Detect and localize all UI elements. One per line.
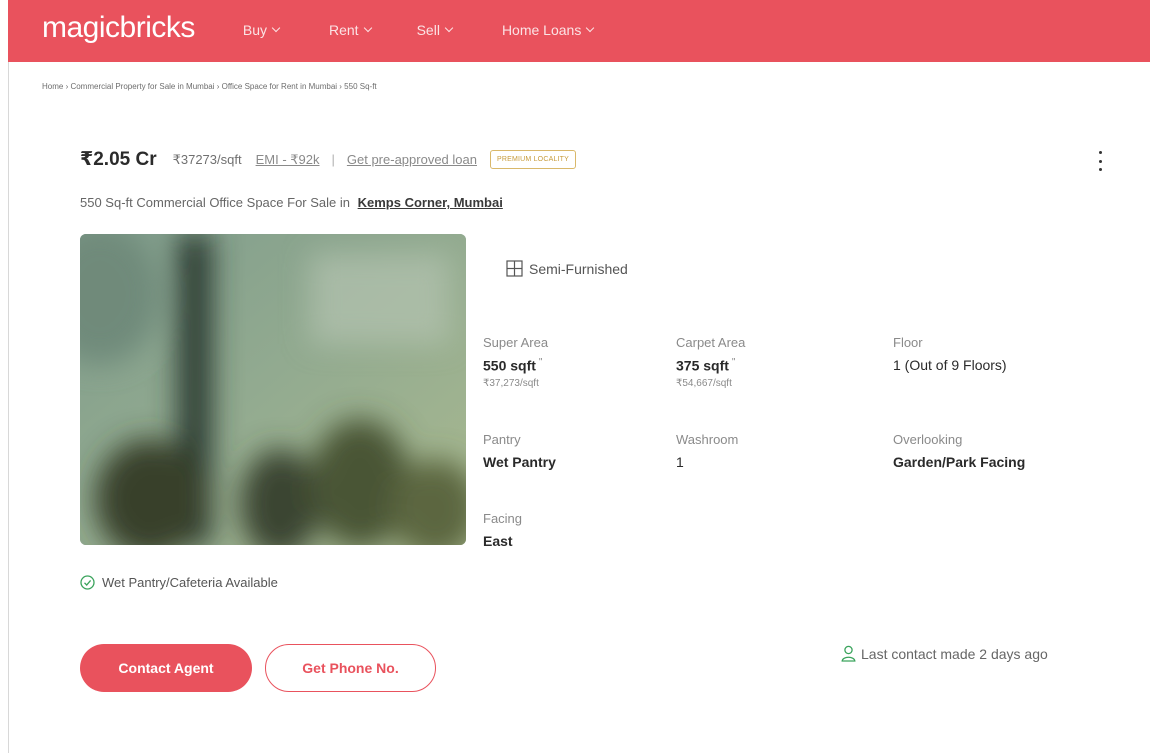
listing-subtitle: 550 Sq-ft Commercial Office Space For Sa… [80,195,503,210]
carpet-area-value: 375 sqft [676,357,729,374]
carpet-area-label: Carpet Area [676,335,746,350]
detail-floor: Floor 1 (Out of 9 Floors) [893,335,1007,373]
super-area-value-row: 550 sqft " [483,357,548,374]
kebab-menu-icon[interactable] [1094,148,1106,174]
super-area-value: 550 sqft [483,357,536,374]
facing-value: East [483,533,513,549]
pantry-label: Pantry [483,432,521,447]
washroom-label: Washroom [676,432,739,447]
detail-pantry: Pantry Wet Pantry [483,432,556,470]
blurred-building-image [80,234,466,545]
check-circle-icon [80,575,95,590]
overlooking-label: Overlooking [893,432,963,447]
detail-carpet-area: Carpet Area 375 sqft " ₹54,667/sqft [676,335,745,389]
amenity-item: Wet Pantry/Cafeteria Available [80,575,278,590]
overlooking-value: Garden/Park Facing [893,454,1026,470]
chevron-down-icon [363,23,372,33]
detail-washroom: Washroom 1 [676,432,738,470]
super-area-label: Super Area [483,335,549,350]
price-per-sqft: ₹37273/sqft [172,151,242,167]
locality-link[interactable]: Kemps Corner, Mumbai [358,195,503,210]
carpet-area-value-row: 375 sqft " [676,357,745,374]
carpet-area-rate: ₹54,667/sqft [676,377,732,389]
super-area-rate: ₹37,273/sqft [483,377,539,389]
contact-agent-button[interactable]: Contact Agent [80,644,252,692]
detail-facing: Facing East [483,511,522,549]
furniture-icon [506,260,523,277]
carpet-area-marker: " [731,357,736,368]
last-contact-info: Last contact made 2 days ago [841,645,1048,662]
detail-overlooking: Overlooking Garden/Park Facing [893,432,1025,470]
chevron-down-icon [271,23,281,33]
pre-approved-loan-link[interactable]: Get pre-approved loan [347,152,477,167]
price-row: ₹2.05 Cr ₹37273/sqft EMI - ₹92k | Get pr… [80,148,577,171]
pantry-value: Wet Pantry [483,454,556,470]
separator: | [331,152,335,167]
nav-rent[interactable]: Rent [329,22,372,38]
floor-label: Floor [893,335,923,350]
facing-label: Facing [483,511,523,526]
premium-locality-badge: PREMIUM LOCALITY [489,150,577,169]
get-phone-button[interactable]: Get Phone No. [265,644,436,692]
washroom-value: 1 [676,454,684,470]
furnishing-status: Semi-Furnished [506,260,628,277]
breadcrumb[interactable]: Home › Commercial Property for Sale in M… [42,82,377,91]
listing-price: ₹2.05 Cr [80,149,157,170]
chevron-down-icon [586,23,595,33]
furnishing-label: Semi-Furnished [529,260,628,277]
last-contact-text: Last contact made 2 days ago [861,645,1048,662]
detail-super-area: Super Area 550 sqft " ₹37,273/sqft [483,335,548,389]
nav-sell-label: Sell [416,22,440,38]
nav-buy-label: Buy [242,22,267,38]
property-photo[interactable] [80,234,466,545]
nav-buy[interactable]: Buy [242,22,281,38]
subtitle-text: 550 Sq-ft Commercial Office Space For Sa… [80,195,350,210]
site-logo[interactable]: magicbricks [42,11,195,45]
floor-value: 1 (Out of 9 Floors) [893,357,1007,373]
person-icon [841,645,856,662]
nav-home-loans-label: Home Loans [501,22,582,38]
nav-sell[interactable]: Sell [416,22,454,38]
amenity-label: Wet Pantry/Cafeteria Available [102,575,278,590]
emi-link[interactable]: EMI - ₹92k [256,152,320,168]
super-area-marker: " [538,357,543,368]
top-navbar: magicbricks Buy Rent Sell Home Loans [8,0,1150,62]
nav-rent-label: Rent [329,22,359,38]
nav-home-loans[interactable]: Home Loans [501,22,595,38]
chevron-down-icon [444,23,454,33]
